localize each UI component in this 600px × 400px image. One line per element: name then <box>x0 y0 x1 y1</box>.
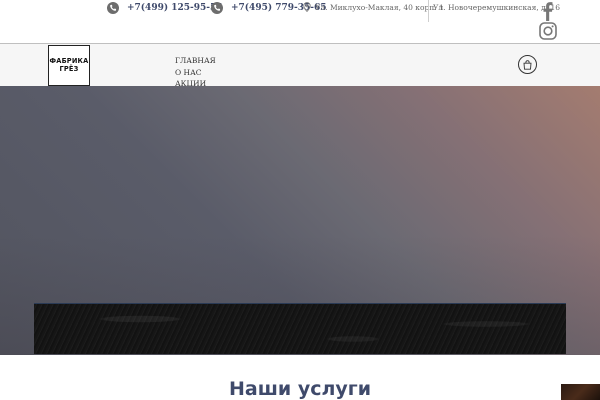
phone-contact-1[interactable]: +7(499) 125-95-55 <box>107 1 223 15</box>
logo[interactable]: ФАБРИКА ГРЁЗ <box>48 45 90 86</box>
instagram-icon[interactable] <box>539 22 557 40</box>
phone-number-1[interactable]: +7(499) 125-95-55 <box>127 3 223 13</box>
facebook-icon[interactable] <box>539 0 557 21</box>
leather-texture-strip <box>34 303 566 354</box>
corner-image <box>561 384 600 400</box>
phone-icon <box>107 2 119 14</box>
address-1: Ул. Миклухо-Маклая, 40 корп. 1 <box>303 1 444 13</box>
divider <box>428 0 429 22</box>
cart-button[interactable] <box>518 55 537 74</box>
nav-item-home[interactable]: ГЛАВНАЯ <box>175 55 216 67</box>
address-text-1: Ул. Миклухо-Маклая, 40 корп. 1 <box>315 2 444 12</box>
services-heading: Наши услуги <box>228 378 372 400</box>
map-pin-icon <box>303 2 311 12</box>
main-menu: ГЛАВНАЯ О НАС АКЦИИ <box>175 55 216 90</box>
shopping-bag-icon <box>523 59 532 70</box>
nav-item-about[interactable]: О НАС <box>175 67 216 79</box>
main-navbar <box>0 44 600 86</box>
logo-text-line2: ГРЁЗ <box>59 64 79 73</box>
phone-icon <box>211 2 223 14</box>
